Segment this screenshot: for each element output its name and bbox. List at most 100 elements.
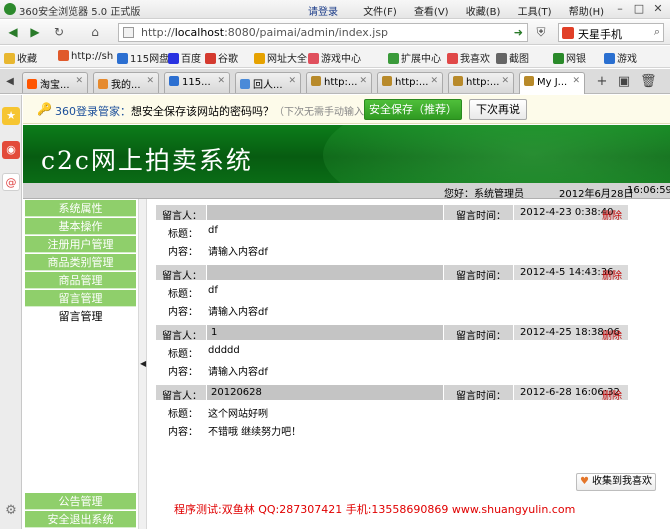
heart-icon: ♥ (580, 476, 589, 487)
browser-tab[interactable]: 回人... ✕ (235, 72, 301, 93)
favorite-item[interactable]: 截图 (496, 50, 529, 65)
delete-link[interactable]: 删除 (602, 387, 622, 402)
content-label: 内容： (168, 427, 198, 438)
tab-label: http:... (324, 77, 358, 88)
browser-tab[interactable]: http:... ✕ (306, 72, 372, 93)
subject-value: ddddd (208, 345, 240, 356)
menu-file[interactable]: 文件(F) (363, 7, 397, 18)
frame-splitter[interactable]: ◀ (138, 199, 147, 529)
favorite-item[interactable]: 游戏中心 (308, 50, 361, 65)
menu-favorites[interactable]: 收藏(B) (466, 7, 501, 18)
tab-label: 115... (182, 77, 211, 88)
favorite-label: 115网盘 (130, 54, 170, 65)
menu-message-management[interactable]: 留言管理 (25, 290, 136, 307)
page-icon (604, 53, 615, 64)
browser-tab[interactable]: 115... ✕ (164, 72, 230, 93)
favorites-star-icon[interactable]: ★ (2, 107, 20, 125)
subject-value: 这个网站好咧 (208, 409, 268, 420)
add-to-favorites-button[interactable]: ♥ 收集到我喜欢 (576, 473, 656, 491)
delete-link[interactable]: 删除 (602, 207, 622, 222)
page-icon (117, 53, 128, 64)
email-icon[interactable]: @ (2, 173, 20, 191)
browser-tab[interactable]: 淘宝... ✕ (22, 72, 88, 93)
tab-close-icon[interactable]: ✕ (501, 76, 509, 86)
save-password-button[interactable]: 安全保存（推荐） (364, 99, 462, 120)
tab-close-icon[interactable]: ✕ (75, 76, 83, 86)
menu-view[interactable]: 查看(V) (414, 7, 449, 18)
tab-label: http:... (395, 77, 429, 88)
collapse-arrow-icon[interactable]: ◀ (140, 359, 146, 368)
browser-tab[interactable]: http:... ✕ (448, 72, 514, 93)
favorite-item[interactable]: 网址大全 (254, 50, 307, 65)
menu-category-management[interactable]: 商品类别管理 (25, 254, 136, 271)
shield-icon[interactable]: ⛨ (532, 23, 550, 41)
menu-tools[interactable]: 工具(T) (518, 7, 552, 18)
menu-basic-operations[interactable]: 基本操作 (25, 218, 136, 235)
footer-credit: 程序测试:双鱼林 QQ:287307421 手机:13558690869 www… (174, 503, 576, 516)
search-icon[interactable]: ⌕ (654, 25, 660, 39)
favorite-item[interactable]: 游戏 (604, 50, 637, 65)
favorite-item[interactable]: 115网盘 (117, 50, 169, 65)
search-engine-icon[interactable] (562, 27, 574, 39)
later-button[interactable]: 下次再说 (469, 99, 527, 120)
trash-icon[interactable]: 🗑 (640, 74, 657, 90)
favorite-label: 我喜欢 (460, 54, 490, 65)
content-value: 请输入内容df (208, 247, 268, 258)
tab-favicon-icon (453, 76, 463, 86)
menu-logout[interactable]: 安全退出系统 (25, 511, 136, 528)
delete-link[interactable]: 删除 (602, 327, 622, 342)
tab-close-icon[interactable]: ✕ (217, 76, 225, 86)
tab-bar: ◀ + ▣ 🗑 淘宝... ✕ 我的... ✕ 115... ✕ 回人... ✕ http:..… (0, 69, 670, 94)
favorite-item[interactable]: 扩展中心 (388, 50, 441, 65)
menu-system-properties[interactable]: 系统属性 (25, 200, 136, 217)
settings-gear-icon[interactable]: ⚙ (2, 502, 20, 520)
url-text[interactable]: http://localhost:8080/paimai/admin/index… (141, 26, 388, 39)
browser-tab[interactable]: My J... ✕ (519, 72, 585, 94)
favorite-item[interactable]: http://sh (58, 50, 113, 62)
tab-close-icon[interactable]: ✕ (430, 76, 438, 86)
subject-value: df (208, 285, 218, 296)
author-cell: 1 (206, 325, 444, 340)
favorite-item[interactable]: 网银 (553, 50, 586, 65)
search-input[interactable]: 天星手机 ⌕ (558, 23, 664, 42)
menu-help[interactable]: 帮助(H) (569, 7, 604, 18)
tab-close-icon[interactable]: ✕ (288, 76, 296, 86)
favorite-item[interactable]: 我喜欢 (447, 50, 490, 65)
tab-close-icon[interactable]: ✕ (359, 76, 367, 86)
menu-user-management[interactable]: 注册用户管理 (25, 236, 136, 253)
tab-favicon-icon (27, 79, 37, 89)
tab-scroll-left-icon[interactable]: ◀ (2, 74, 18, 90)
favorite-item[interactable]: 谷歌 (205, 50, 238, 65)
author-value: 20120628 (211, 387, 262, 398)
weibo-icon[interactable]: ◉ (2, 141, 20, 159)
browser-tab[interactable]: http:... ✕ (377, 72, 443, 93)
window-controls: – □ ✕ (609, 2, 666, 16)
favorite-item[interactable]: 百度 (168, 50, 201, 65)
maximize-icon[interactable]: □ (631, 2, 647, 16)
address-input[interactable]: http://localhost:8080/paimai/admin/index… (118, 23, 528, 42)
author-cell (206, 265, 444, 280)
favorite-item[interactable]: 收藏 (4, 50, 37, 65)
submenu-message-management[interactable]: 留言管理 (25, 308, 136, 325)
refresh-icon[interactable]: ↻ (50, 23, 68, 41)
user-info-strip: 您好：系统管理员 2012年6月28日 16:06:59 (23, 183, 670, 200)
minimize-icon[interactable]: – (612, 2, 628, 16)
close-icon[interactable]: ✕ (650, 2, 666, 16)
tab-close-icon[interactable]: ✕ (572, 76, 580, 86)
tab-close-icon[interactable]: ✕ (146, 76, 154, 86)
heart-icon (447, 53, 458, 64)
favorite-label: 收藏 (17, 54, 37, 65)
tab-list-icon[interactable]: ▣ (616, 74, 632, 90)
forward-icon[interactable]: ▶ (26, 23, 44, 41)
author-label: 留言人： (162, 211, 202, 222)
menu-goods-management[interactable]: 商品管理 (25, 272, 136, 289)
browser-tab[interactable]: 我的... ✕ (93, 72, 159, 93)
subject-label: 标题： (168, 289, 198, 300)
go-arrow-icon[interactable]: ➜ (514, 26, 523, 39)
new-tab-icon[interactable]: + (594, 74, 610, 90)
menu-notice-management[interactable]: 公告管理 (25, 493, 136, 510)
delete-link[interactable]: 删除 (602, 267, 622, 282)
home-icon[interactable]: ⌂ (86, 23, 104, 41)
back-icon[interactable]: ◀ (4, 23, 22, 41)
login-link[interactable]: 请登录 (308, 7, 338, 18)
